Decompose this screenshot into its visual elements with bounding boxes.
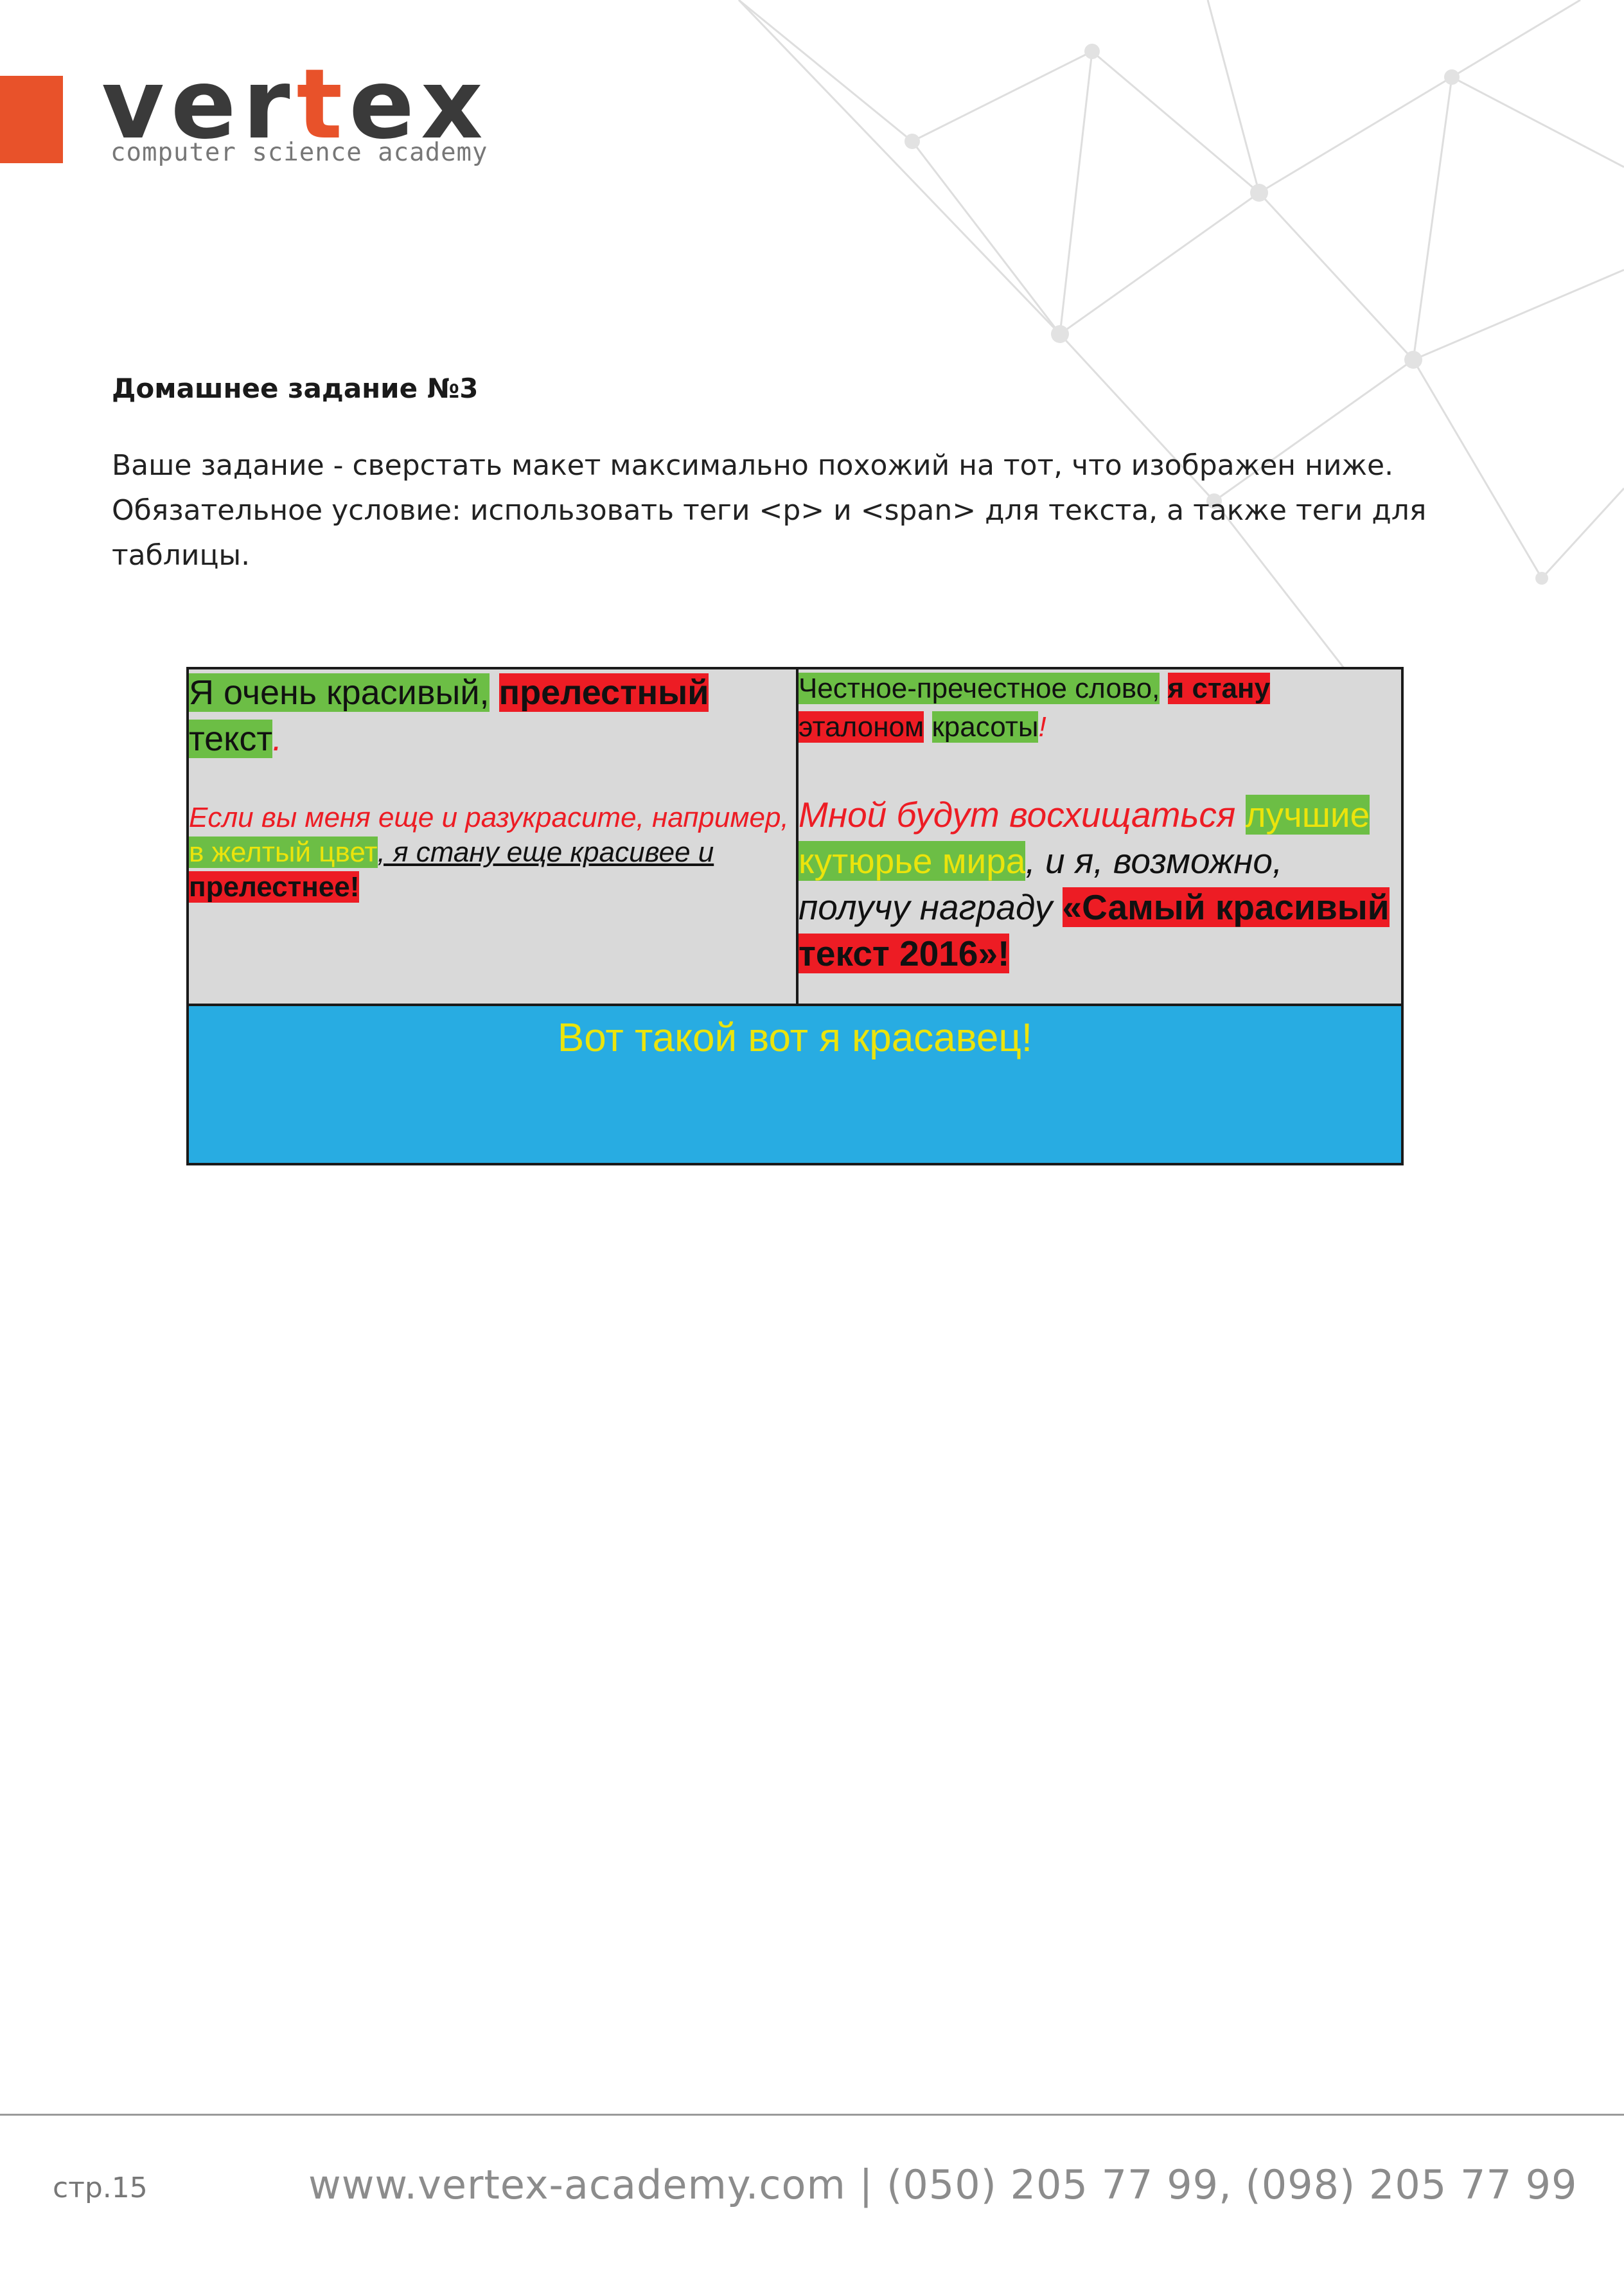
assignment-line: Ваше задание - сверстать макет максималь… <box>112 449 1394 482</box>
assignment-description: Ваше задание - сверстать макет максималь… <box>112 443 1525 578</box>
cell-a-paragraph-2: Если вы меня еще и разукрасите, например… <box>189 802 789 903</box>
page-number: стр.15 <box>53 2172 148 2204</box>
table-cell-bottom: Вот такой вот я красавец! <box>186 1004 1404 1165</box>
cell-b-paragraph-1: Честное-пречестное слово, я стану эталон… <box>799 673 1271 743</box>
table-cell-top-right: Честное-пречестное слово, я стану эталон… <box>796 667 1404 1006</box>
footer-contact-info: www.vertex-academy.com | (050) 205 77 99… <box>308 2161 1578 2208</box>
footer-divider <box>0 2114 1624 2116</box>
cell-a-paragraph-1: Я очень красивый, прелестный текст. <box>189 673 709 758</box>
assignment-title: Домашнее задание №3 <box>112 373 479 404</box>
assignment-line: Обязательное условие: использовать теги … <box>112 494 1427 527</box>
cell-b-paragraph-2: Мной будут восхищаться лучшие кутюрье ми… <box>799 795 1390 973</box>
example-layout-table: Я очень красивый, прелестный текст. Если… <box>186 667 1404 1165</box>
table-cell-top-left: Я очень красивый, прелестный текст. Если… <box>186 667 799 1006</box>
brand-accent-bar <box>0 76 63 163</box>
assignment-line: таблицы. <box>112 539 251 572</box>
cell-c-caption: Вот такой вот я красавец! <box>557 1016 1033 1060</box>
brand-tagline: computer science academy <box>110 138 488 167</box>
